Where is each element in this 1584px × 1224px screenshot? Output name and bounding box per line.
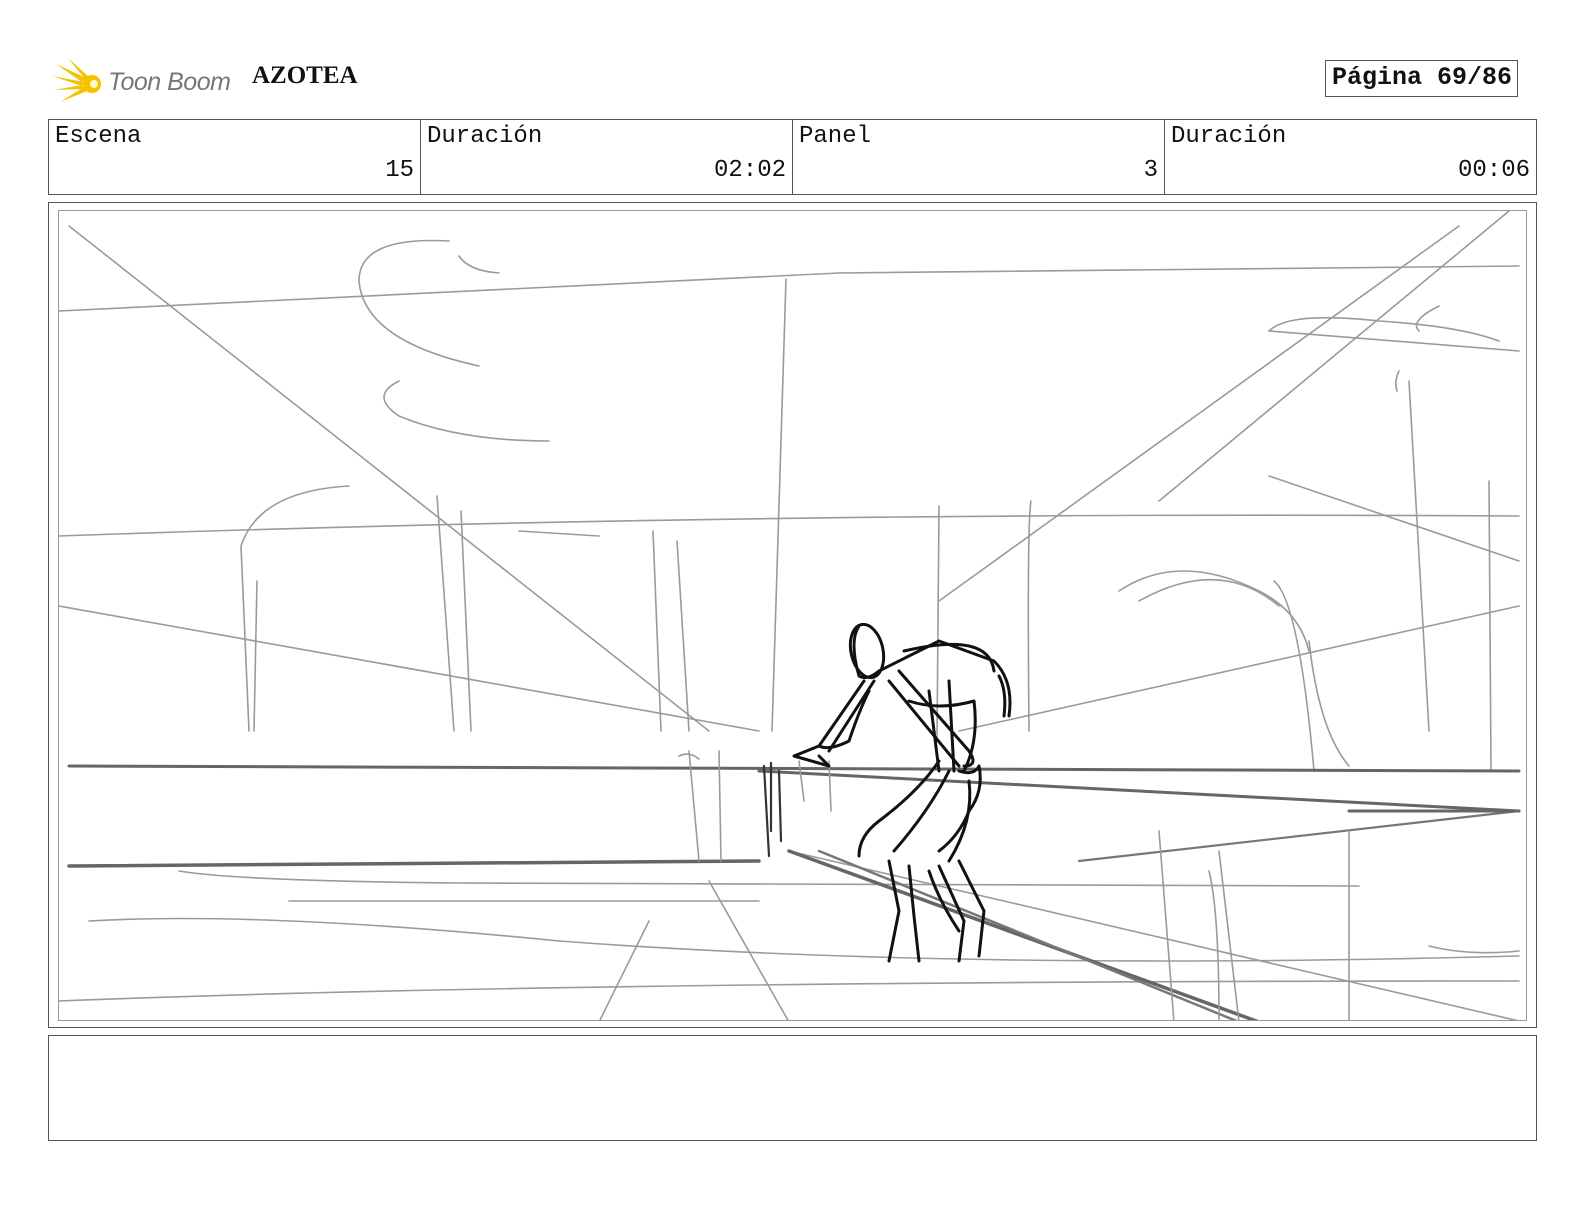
- panel-cell: Panel 3: [793, 120, 1165, 194]
- scene-duration-value: 02:02: [713, 157, 786, 184]
- storyboard-panel-image: [58, 210, 1527, 1021]
- panel-duration-cell: Duración 00:06: [1165, 120, 1536, 194]
- storyboard-sketch-icon: [59, 211, 1521, 1020]
- scene-duration-label: Duración: [427, 123, 543, 150]
- scene-value: 15: [385, 157, 414, 184]
- scene-label: Escena: [55, 123, 142, 150]
- sunburst-icon: [52, 58, 101, 102]
- scene-info-table: Escena 15 Duración 02:02 Panel 3 Duració…: [48, 119, 1537, 195]
- toon-boom-logo: Toon Boom: [52, 56, 242, 108]
- page-number: Página 69/86: [1324, 60, 1518, 97]
- page-header: Toon Boom AZOTEA Página 69/86: [48, 52, 1538, 112]
- panel-notes-box: [48, 1035, 1537, 1141]
- panel-value: 3: [1143, 157, 1158, 184]
- scene-duration-cell: Duración 02:02: [421, 120, 793, 194]
- panel-duration-label: Duración: [1171, 123, 1287, 150]
- panel-duration-value: 00:06: [1457, 157, 1530, 184]
- panel-label: Panel: [799, 123, 872, 150]
- scene-cell: Escena 15: [49, 120, 421, 194]
- project-title: AZOTEA: [252, 62, 358, 89]
- logo-text: Toon Boom: [108, 68, 231, 96]
